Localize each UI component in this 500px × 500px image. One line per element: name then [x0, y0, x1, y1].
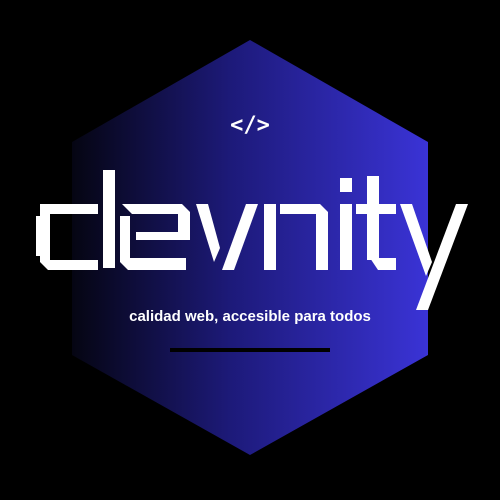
- code-brackets-icon: </>: [230, 113, 270, 138]
- underline-bar: [170, 348, 330, 352]
- tagline: calidad web, accesible para todos: [129, 308, 371, 325]
- devnity-logo: </> calidad web, accesible para todos: [36, 40, 468, 455]
- letter-i: [340, 178, 352, 270]
